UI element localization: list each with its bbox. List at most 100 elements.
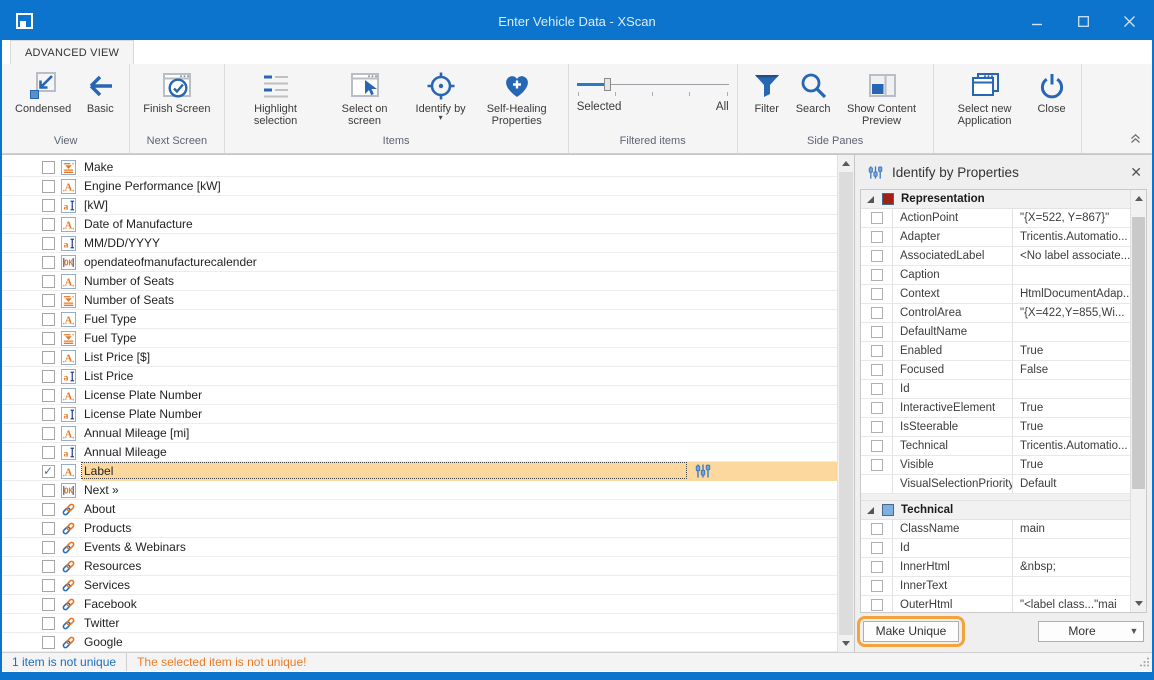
tree-row[interactable]: OKopendateofmanufacturecalender — [2, 253, 837, 272]
row-checkbox[interactable] — [42, 484, 55, 497]
slider-thumb[interactable] — [604, 78, 611, 91]
row-checkbox[interactable] — [42, 541, 55, 554]
grid-scrollbar[interactable] — [1130, 190, 1146, 612]
ribbon-button-filter[interactable]: Filter — [746, 67, 788, 135]
ribbon-button-finish-screen[interactable]: Finish Screen — [138, 67, 215, 135]
tree-row[interactable]: ALicense Plate Number — [2, 386, 837, 405]
tree-row[interactable]: AList Price [$] — [2, 348, 837, 367]
property-row[interactable]: AssociatedLabel<No label associate... — [861, 247, 1130, 266]
property-row[interactable]: Id — [861, 380, 1130, 399]
tree-row[interactable]: Facebook — [2, 595, 837, 614]
property-row[interactable]: VisibleTrue — [861, 456, 1130, 475]
property-row[interactable]: DefaultName — [861, 323, 1130, 342]
property-checkbox[interactable] — [871, 580, 883, 592]
property-row[interactable]: TechnicalTricentis.Automatio... — [861, 437, 1130, 456]
property-row[interactable]: OuterHtml"<label class..."mai — [861, 596, 1130, 613]
row-checkbox[interactable] — [42, 180, 55, 193]
tab-advanced-view[interactable]: ADVANCED VIEW — [10, 40, 134, 64]
property-row[interactable]: ContextHtmlDocumentAdap... — [861, 285, 1130, 304]
property-checkbox[interactable] — [871, 364, 883, 376]
tree-row[interactable]: aLicense Plate Number — [2, 405, 837, 424]
tree-scrollbar[interactable] — [837, 155, 854, 652]
scroll-thumb[interactable] — [839, 172, 853, 635]
property-row[interactable]: ControlArea"{X=422,Y=855,Wi... — [861, 304, 1130, 323]
tree-row[interactable]: AAnnual Mileage [mi] — [2, 424, 837, 443]
row-checkbox[interactable] — [42, 522, 55, 535]
property-row[interactable]: InteractiveElementTrue — [861, 399, 1130, 418]
ribbon-button-identify-by[interactable]: Identify by▾ — [411, 67, 471, 135]
row-checkbox[interactable] — [42, 579, 55, 592]
row-checkbox[interactable] — [42, 503, 55, 516]
property-checkbox[interactable] — [871, 459, 883, 471]
row-checkbox[interactable] — [42, 560, 55, 573]
row-checkbox[interactable] — [42, 275, 55, 288]
tree-row[interactable]: AEngine Performance [kW] — [2, 177, 837, 196]
row-checkbox[interactable] — [42, 636, 55, 649]
property-checkbox[interactable] — [871, 212, 883, 224]
row-checkbox[interactable] — [42, 617, 55, 630]
property-checkbox[interactable] — [871, 402, 883, 414]
ribbon-button-search[interactable]: Search — [791, 67, 836, 135]
property-row[interactable]: Id — [861, 539, 1130, 558]
scroll-down-icon[interactable] — [842, 641, 850, 646]
row-checkbox[interactable] — [42, 199, 55, 212]
tree-row[interactable]: OKNext » — [2, 481, 837, 500]
ribbon-button-close[interactable]: Close — [1031, 67, 1073, 135]
row-checkbox[interactable] — [42, 351, 55, 364]
property-checkbox[interactable] — [871, 542, 883, 554]
ribbon-button-select-new-application[interactable]: Select new Application — [942, 67, 1028, 135]
row-checkbox[interactable] — [42, 389, 55, 402]
tree-row[interactable]: Services — [2, 576, 837, 595]
property-checkbox[interactable] — [871, 421, 883, 433]
tree-row[interactable]: About — [2, 500, 837, 519]
row-checkbox[interactable] — [42, 408, 55, 421]
row-checkbox[interactable] — [42, 427, 55, 440]
tree-row[interactable]: Twitter — [2, 614, 837, 633]
property-row[interactable]: InnerText — [861, 577, 1130, 596]
row-checkbox[interactable] — [42, 465, 55, 478]
ribbon-button-show-content-preview[interactable]: Show Content Preview — [839, 67, 925, 135]
property-row[interactable]: ClassNamemain — [861, 520, 1130, 539]
tree-row[interactable]: ANumber of Seats — [2, 272, 837, 291]
row-checkbox[interactable] — [42, 313, 55, 326]
tree-row[interactable]: AFuel Type — [2, 310, 837, 329]
tree-row[interactable]: Fuel Type — [2, 329, 837, 348]
property-checkbox[interactable] — [871, 288, 883, 300]
ribbon-button-condensed[interactable]: Condensed — [10, 67, 76, 135]
property-checkbox[interactable] — [871, 383, 883, 395]
ribbon-button-select-on-screen[interactable]: Select on screen — [322, 67, 408, 135]
row-checkbox[interactable] — [42, 332, 55, 345]
row-checkbox[interactable] — [42, 161, 55, 174]
scroll-up-icon[interactable] — [1135, 196, 1143, 201]
ribbon-button-highlight-selection[interactable]: Highlight selection — [233, 67, 319, 135]
property-row[interactable]: FocusedFalse — [861, 361, 1130, 380]
tree-row[interactable]: a[kW] — [2, 196, 837, 215]
scroll-up-icon[interactable] — [842, 161, 850, 166]
scroll-thumb[interactable] — [1132, 217, 1145, 489]
tree-row[interactable]: aAnnual Mileage — [2, 443, 837, 462]
make-unique-button[interactable]: Make Unique — [863, 621, 959, 642]
section-header-representation[interactable]: Representation — [861, 190, 1130, 209]
more-button[interactable]: More ▼ — [1038, 621, 1144, 642]
property-checkbox[interactable] — [871, 523, 883, 535]
tree-row[interactable]: Make — [2, 158, 837, 177]
section-header-technical[interactable]: Technical — [861, 501, 1130, 520]
property-row[interactable]: AdapterTricentis.Automatio... — [861, 228, 1130, 247]
property-checkbox[interactable] — [871, 345, 883, 357]
property-row[interactable]: InnerHtml&nbsp; — [861, 558, 1130, 577]
row-checkbox[interactable] — [42, 446, 55, 459]
row-checkbox[interactable] — [42, 294, 55, 307]
collapse-triangle-icon[interactable] — [867, 196, 874, 203]
tree-row[interactable]: Number of Seats — [2, 291, 837, 310]
tree-row[interactable]: ADate of Manufacture — [2, 215, 837, 234]
tree-row[interactable]: Products — [2, 519, 837, 538]
tree-row[interactable]: aMM/DD/YYYY — [2, 234, 837, 253]
row-checkbox[interactable] — [42, 370, 55, 383]
property-row[interactable]: ActionPoint"{X=522, Y=867}" — [861, 209, 1130, 228]
scroll-down-icon[interactable] — [1135, 601, 1143, 606]
collapse-triangle-icon[interactable] — [867, 507, 874, 514]
panel-close-icon[interactable]: ✕ — [1130, 165, 1142, 179]
ribbon-button-self-healing-properties[interactable]: Self-Healing Properties — [474, 67, 560, 135]
property-checkbox[interactable] — [871, 269, 883, 281]
ribbon-button-basic[interactable]: Basic — [79, 67, 121, 135]
